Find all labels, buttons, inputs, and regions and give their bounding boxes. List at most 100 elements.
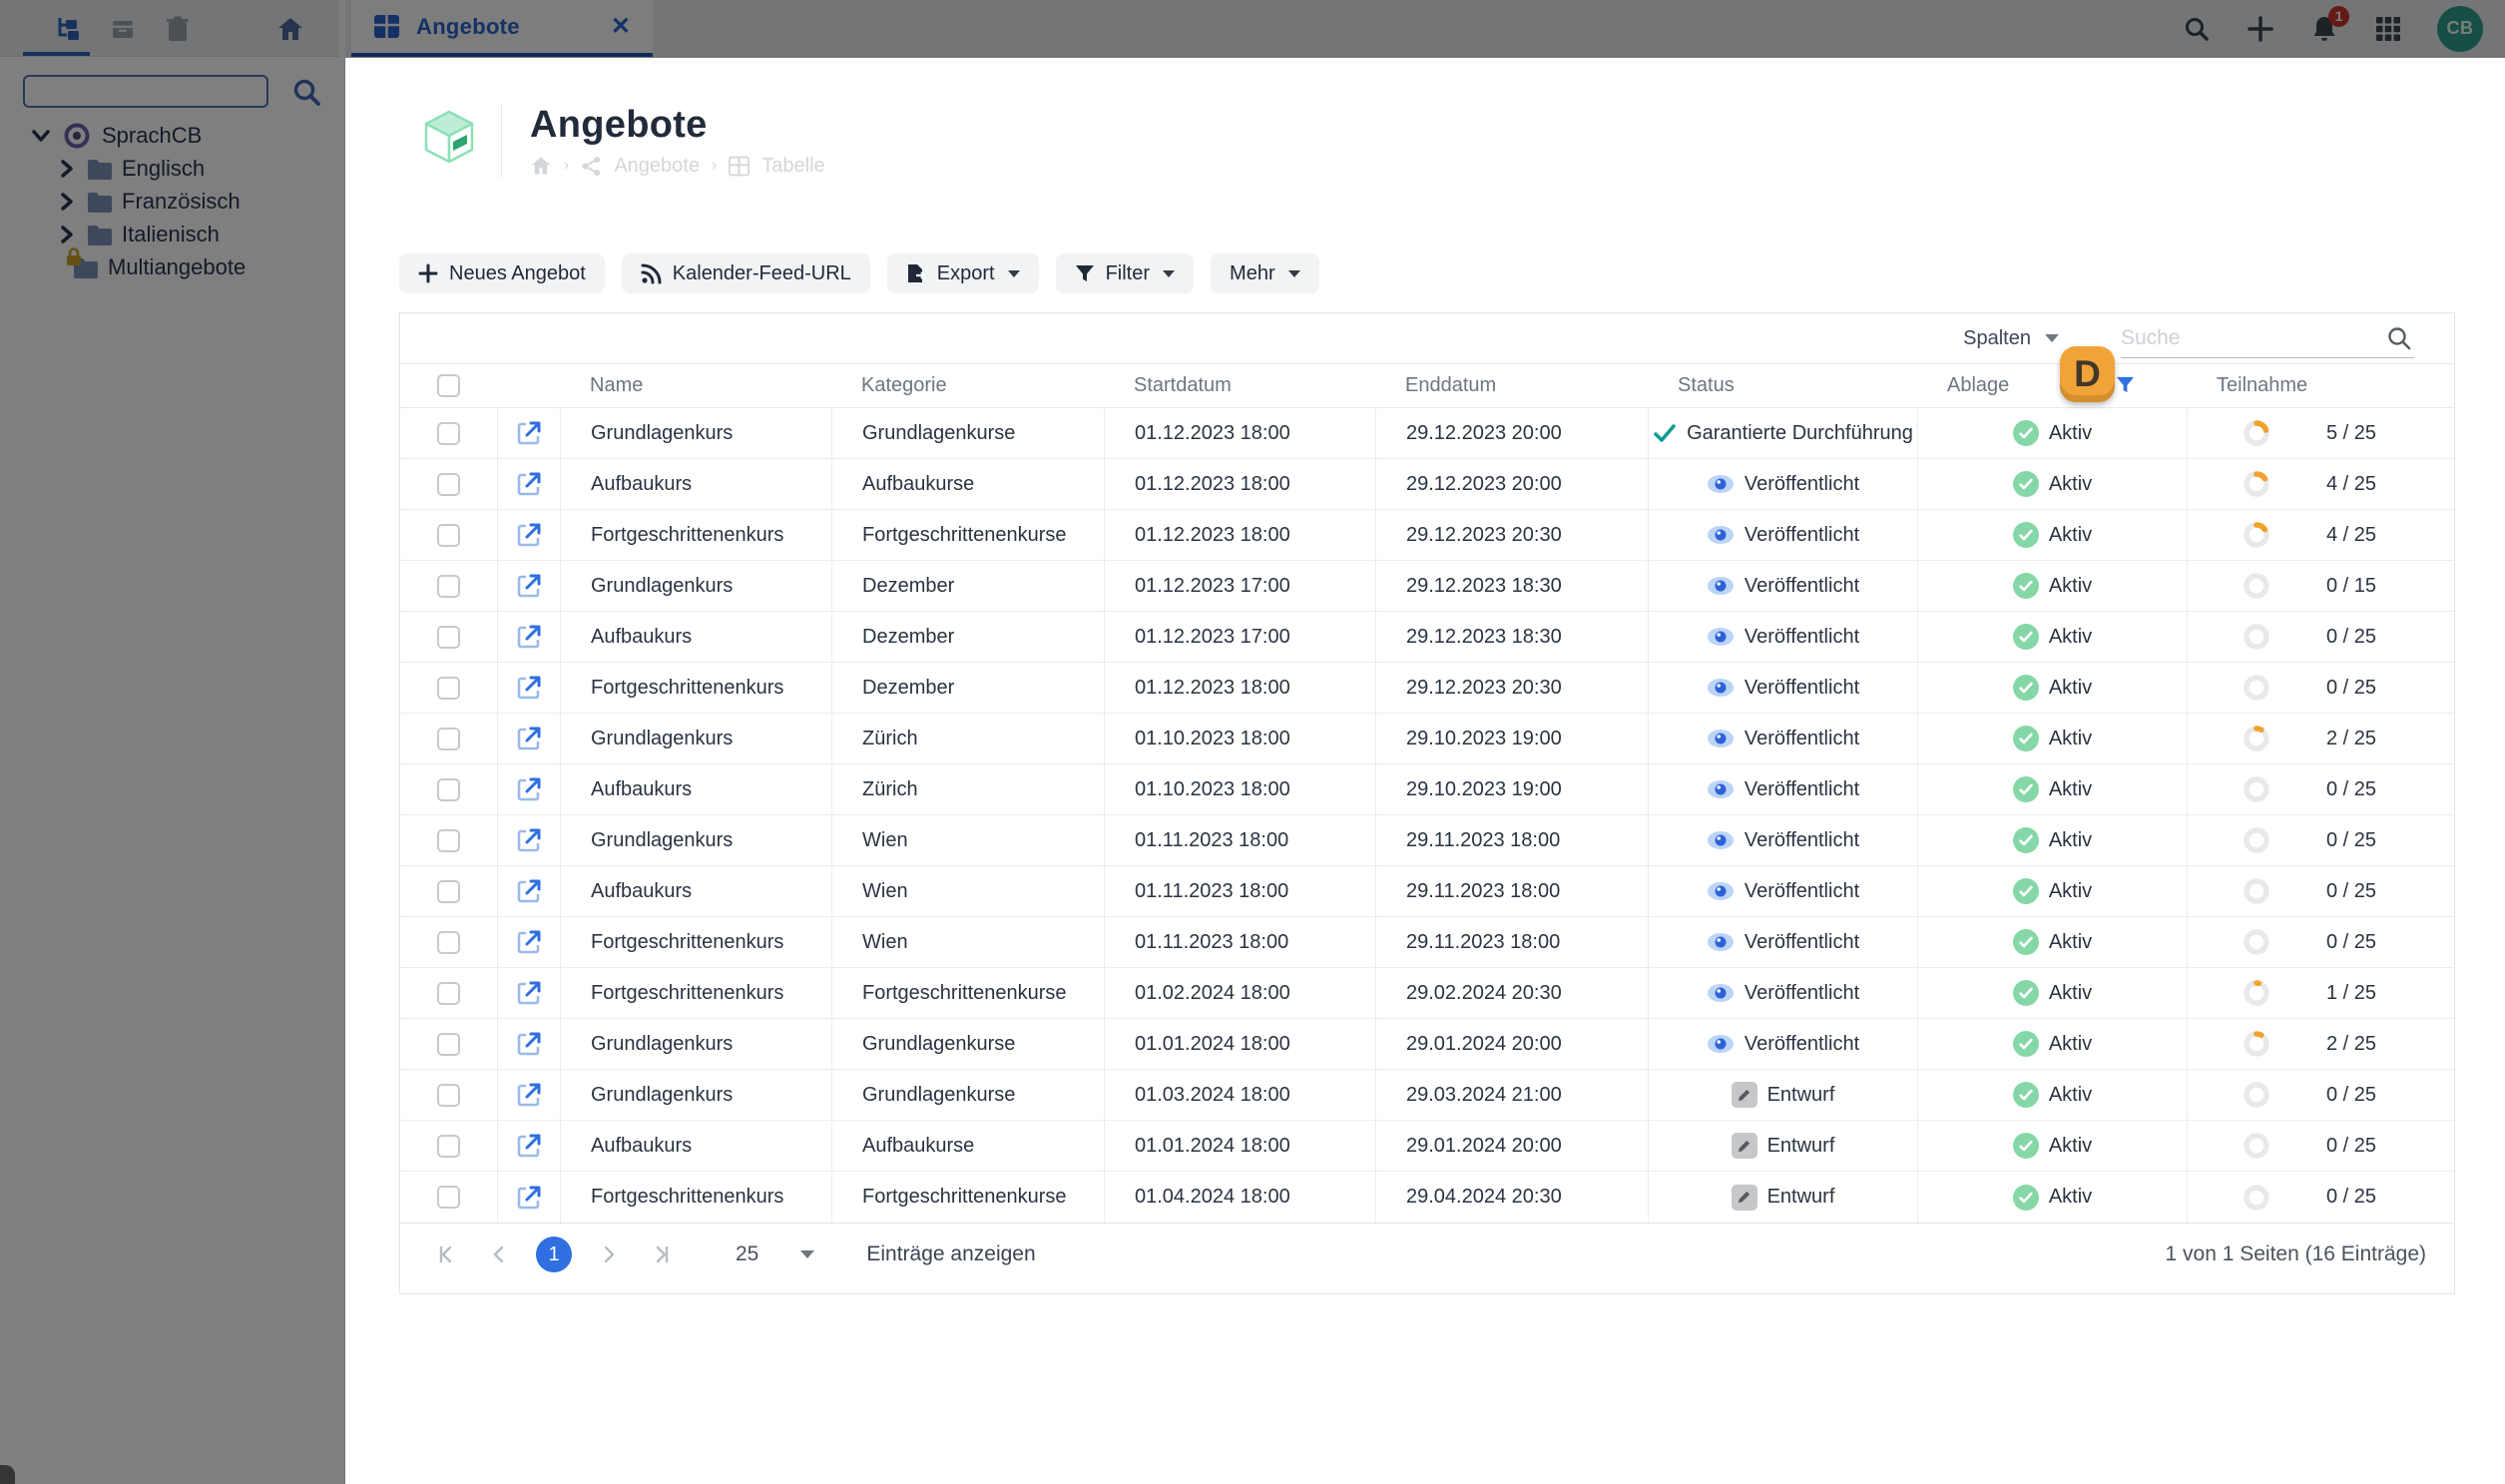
select-all-checkbox[interactable] [437, 374, 460, 397]
tab-angebote[interactable]: Angebote ✕ [351, 0, 653, 57]
tree-node-label[interactable]: Französisch [122, 189, 241, 215]
cell-kategorie: Dezember [831, 663, 1104, 713]
row-checkbox[interactable] [437, 727, 460, 750]
row-checkbox[interactable] [437, 1134, 460, 1158]
open-record-icon[interactable] [516, 1082, 542, 1108]
open-record-icon[interactable] [516, 624, 542, 650]
open-record-icon[interactable] [516, 675, 542, 701]
row-checkbox[interactable] [437, 625, 460, 649]
prev-page-icon[interactable] [482, 1237, 516, 1271]
column-header-startdatum[interactable]: Startdatum [1104, 364, 1375, 407]
table-search-input[interactable] [2121, 325, 2370, 350]
chevron-right-icon[interactable] [58, 224, 76, 246]
cell-status: Veröffentlicht [1648, 561, 1917, 611]
funnel-icon [1075, 265, 1094, 281]
open-record-icon[interactable] [516, 522, 542, 548]
participation-value: 4 / 25 [2326, 472, 2377, 495]
home-icon[interactable] [275, 14, 305, 44]
row-checkbox[interactable] [437, 1083, 460, 1107]
row-checkbox[interactable] [437, 676, 460, 700]
column-header-enddatum[interactable]: Enddatum [1375, 364, 1648, 407]
last-page-icon[interactable] [646, 1237, 680, 1271]
action-button-neues-angebot[interactable]: Neues Angebot [399, 253, 605, 293]
active-badge [2012, 1031, 2039, 1057]
tab-close-icon[interactable]: ✕ [611, 12, 631, 41]
avatar[interactable]: CB [2437, 5, 2483, 52]
ablage-label: Aktiv [2048, 981, 2093, 1004]
row-checkbox[interactable] [437, 930, 460, 954]
active-badge [2012, 980, 2039, 1006]
tree-node-französisch[interactable]: Französisch [0, 185, 345, 218]
row-checkbox[interactable] [437, 523, 460, 547]
tree-node-label[interactable]: Italienisch [122, 222, 220, 247]
row-checkbox[interactable] [437, 1186, 460, 1209]
chevron-right-icon[interactable] [58, 158, 76, 180]
chevron-right-icon[interactable] [58, 191, 76, 213]
global-search-icon[interactable] [2182, 14, 2212, 44]
action-button-mehr[interactable]: Mehr [1211, 253, 1319, 293]
chevron-down-icon[interactable] [30, 125, 52, 147]
action-button-kalender-feed-url[interactable]: Kalender-Feed-URL [621, 253, 870, 293]
first-page-icon[interactable] [428, 1237, 462, 1271]
open-record-icon[interactable] [516, 776, 542, 802]
table-footer: 1 25 Einträge anzeigen 1 von 1 Seiten (1… [400, 1223, 2454, 1285]
active-check-icon [2019, 682, 2033, 694]
column-header-ablage[interactable]: Ablage [1917, 364, 2187, 407]
row-checkbox[interactable] [437, 472, 460, 496]
action-button-export[interactable]: Export [886, 253, 1039, 293]
open-record-icon[interactable] [516, 827, 542, 853]
row-checkbox[interactable] [437, 421, 460, 445]
sidebar-search-input[interactable] [23, 75, 268, 108]
current-page-button[interactable]: 1 [536, 1237, 572, 1272]
page-size-select[interactable]: 25 [736, 1242, 815, 1266]
participation-donut-icon [2244, 471, 2269, 497]
open-record-icon[interactable] [516, 980, 542, 1006]
tree-node-label[interactable]: Multiangebote [108, 254, 246, 280]
column-header-teilnahme[interactable]: Teilnahme [2187, 364, 2455, 407]
cell-kategorie: Grundlagenkurse [831, 1070, 1104, 1120]
row-checkbox[interactable] [437, 828, 460, 852]
tree-node-root[interactable]: SprachCB [0, 119, 345, 152]
action-button-filter[interactable]: Filter [1055, 253, 1195, 293]
open-record-icon[interactable] [516, 726, 542, 751]
next-page-icon[interactable] [592, 1237, 626, 1271]
tree-node-italienisch[interactable]: Italienisch [0, 218, 345, 250]
column-header-status[interactable]: Status [1648, 364, 1917, 407]
cell-kategorie: Fortgeschrittenenkurse [831, 968, 1104, 1018]
row-checkbox[interactable] [437, 981, 460, 1005]
columns-dropdown[interactable]: Spalten [1963, 327, 2059, 350]
tree-node-multiangebote[interactable]: Multiangebote [0, 247, 345, 283]
open-record-icon[interactable] [516, 1031, 542, 1057]
participation-donut-icon [2244, 1184, 2269, 1211]
trash-icon[interactable] [163, 14, 193, 44]
open-record-icon[interactable] [516, 471, 542, 497]
tree-node-englisch[interactable]: Englisch [0, 152, 345, 185]
status-label: Veröffentlicht [1744, 828, 1860, 851]
cell-status: Entwurf [1648, 1121, 1917, 1171]
breadcrumb-item[interactable]: Angebote [614, 155, 700, 178]
tree-node-label[interactable]: Englisch [122, 156, 205, 182]
add-icon[interactable] [2246, 14, 2275, 44]
archive-icon[interactable] [108, 14, 138, 44]
tree-view-icon[interactable] [53, 14, 83, 44]
open-record-icon[interactable] [516, 929, 542, 955]
open-record-icon[interactable] [516, 1185, 542, 1211]
open-record-icon[interactable] [516, 573, 542, 599]
column-header-kategorie[interactable]: Kategorie [831, 364, 1104, 407]
row-checkbox[interactable] [437, 574, 460, 598]
row-checkbox[interactable] [437, 1032, 460, 1056]
open-record-icon[interactable] [516, 1133, 542, 1159]
active-check-icon [2019, 427, 2033, 439]
notifications-bell-icon[interactable]: 1 [2309, 5, 2349, 44]
filter-active-icon[interactable] [2116, 375, 2135, 394]
open-record-icon[interactable] [516, 420, 542, 446]
open-record-icon[interactable] [516, 878, 542, 904]
home-icon[interactable] [530, 156, 552, 176]
row-checkbox[interactable] [437, 879, 460, 903]
sidebar-search-icon[interactable] [291, 77, 321, 112]
tree-node-label[interactable]: SprachCB [102, 123, 202, 149]
apps-grid-icon[interactable] [2373, 14, 2403, 44]
column-header-name[interactable]: Name [560, 364, 831, 407]
search-icon[interactable] [2386, 325, 2412, 356]
row-checkbox[interactable] [437, 777, 460, 801]
